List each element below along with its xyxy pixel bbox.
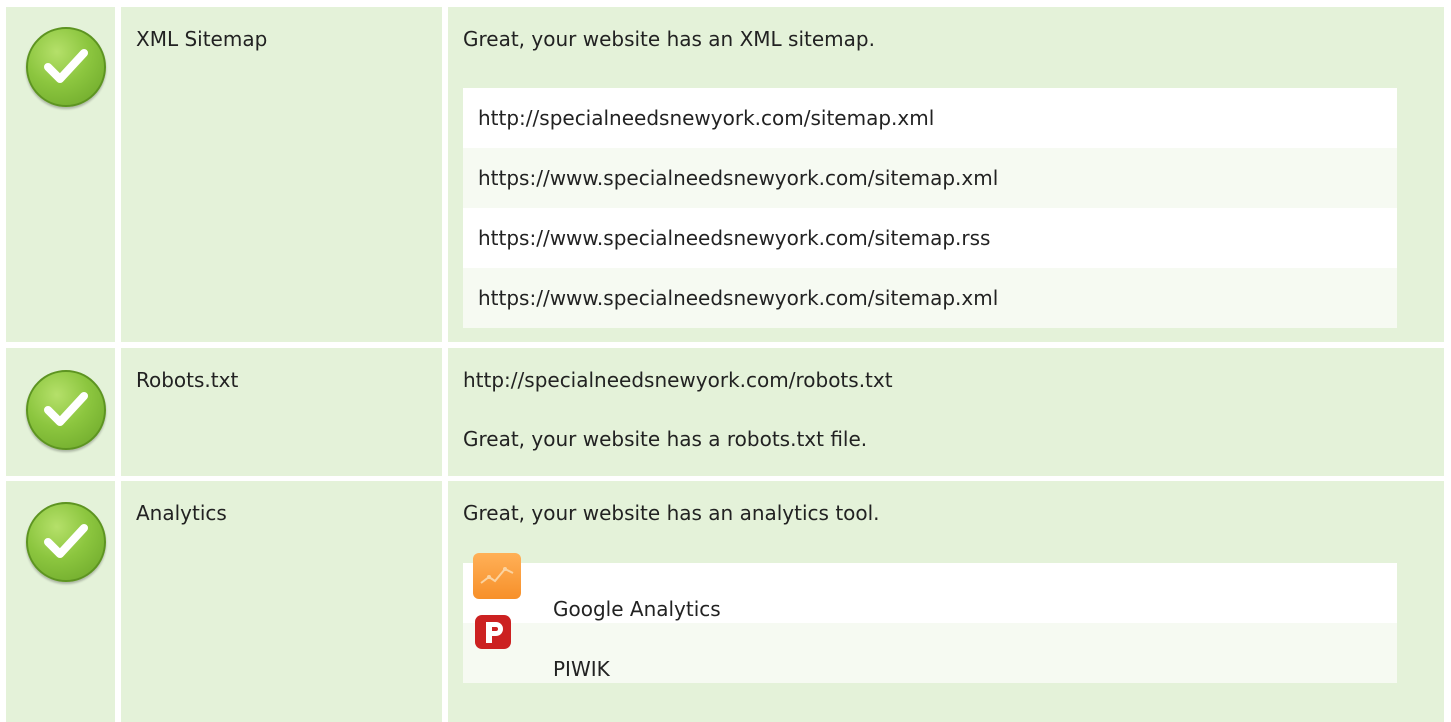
check-name-cell: Analytics — [121, 481, 442, 722]
check-pass-icon — [26, 370, 106, 450]
check-description: Great, your website has an analytics too… — [463, 501, 880, 525]
check-name-cell: XML Sitemap — [121, 7, 442, 342]
status-cell — [6, 348, 115, 476]
check-name: Robots.txt — [136, 368, 239, 392]
check-description: Great, your website has a robots.txt fil… — [463, 427, 868, 451]
google-analytics-icon — [473, 553, 521, 599]
seo-checks-table: XML Sitemap Great, your website has an X… — [0, 0, 1451, 722]
check-pass-icon — [26, 502, 106, 582]
sitemap-url[interactable]: http://specialneedsnewyork.com/sitemap.x… — [463, 88, 1397, 148]
check-row-xml-sitemap: XML Sitemap Great, your website has an X… — [0, 7, 1451, 342]
sitemap-list: http://specialneedsnewyork.com/sitemap.x… — [463, 88, 1397, 328]
status-cell — [6, 7, 115, 342]
check-pass-icon — [26, 27, 106, 107]
robots-url[interactable]: http://specialneedsnewyork.com/robots.tx… — [463, 370, 893, 390]
status-cell — [6, 481, 115, 722]
sitemap-url[interactable]: https://www.specialneedsnewyork.com/site… — [463, 208, 1397, 268]
sitemap-url[interactable]: https://www.specialneedsnewyork.com/site… — [463, 268, 1397, 328]
check-description: Great, your website has an XML sitemap. — [463, 27, 875, 51]
check-name: Analytics — [136, 501, 227, 525]
check-result-cell: http://specialneedsnewyork.com/robots.tx… — [448, 348, 1444, 476]
check-name-cell: Robots.txt — [121, 348, 442, 476]
analytics-tools-list: Google Analytics PIWIK — [463, 553, 1397, 683]
analytics-tool-item: PIWIK — [463, 615, 1397, 683]
sitemap-url[interactable]: https://www.specialneedsnewyork.com/site… — [463, 148, 1397, 208]
piwik-icon — [475, 615, 511, 649]
check-row-analytics: Analytics Great, your website has an ana… — [0, 481, 1451, 722]
check-result-cell: Great, your website has an analytics too… — [448, 481, 1444, 722]
analytics-tool-label: Google Analytics — [553, 597, 721, 621]
check-row-robots-txt: Robots.txt http://specialneedsnewyork.co… — [0, 348, 1451, 476]
check-result-cell: Great, your website has an XML sitemap. … — [448, 7, 1444, 342]
check-name: XML Sitemap — [136, 27, 268, 51]
analytics-tool-item: Google Analytics — [463, 553, 1397, 623]
analytics-tool-label: PIWIK — [553, 657, 610, 681]
